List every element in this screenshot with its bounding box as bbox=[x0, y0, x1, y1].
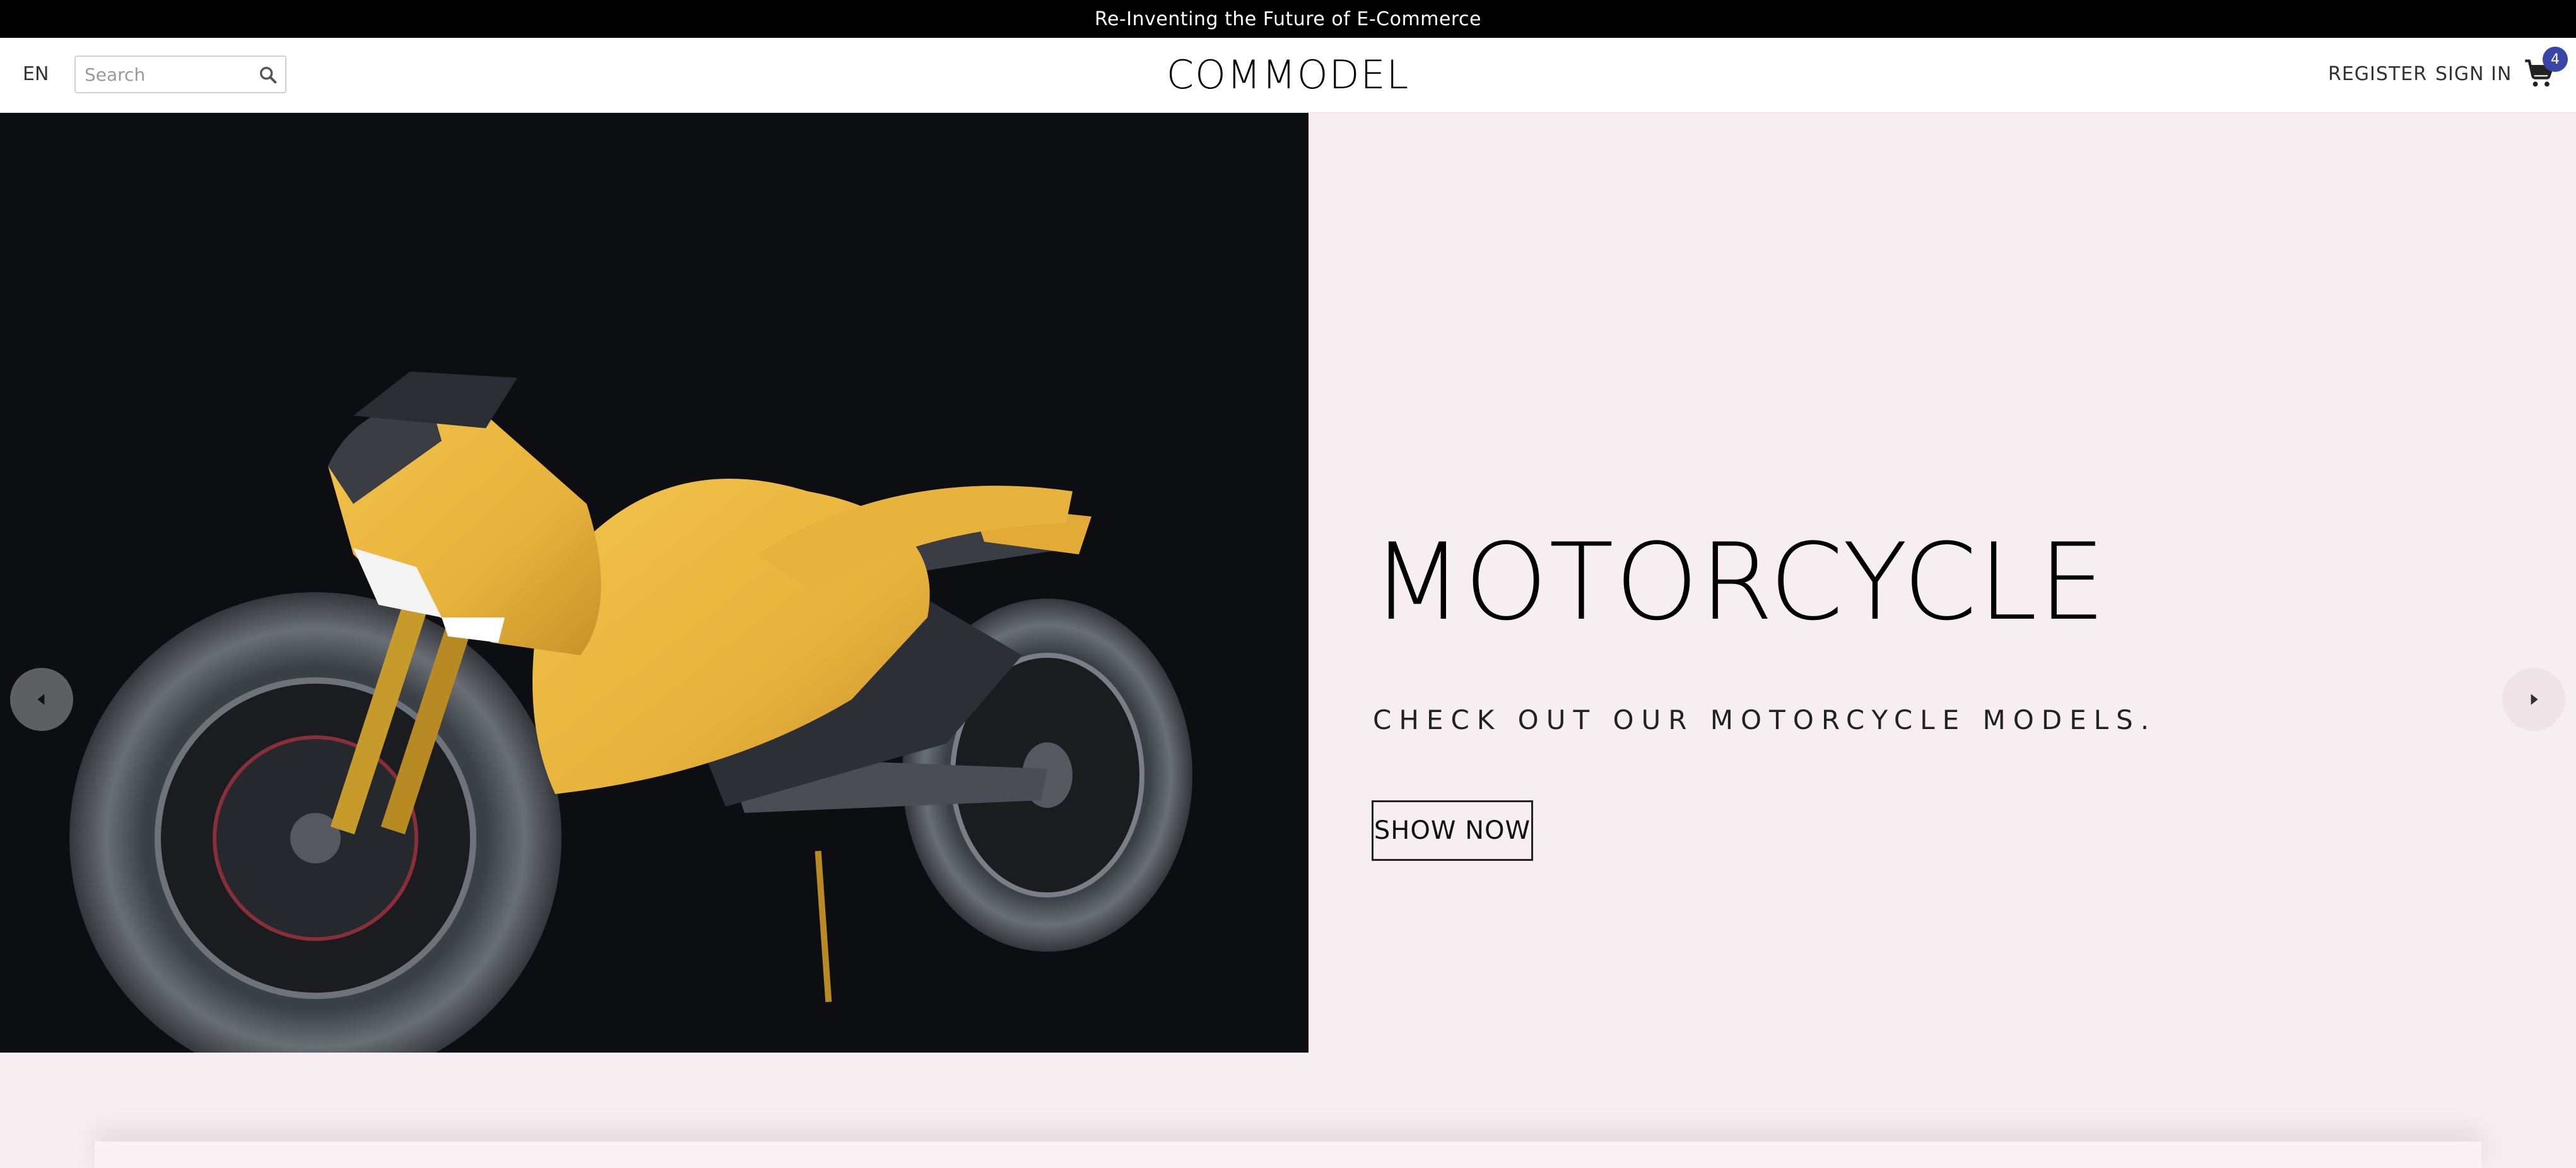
hero-image bbox=[0, 113, 1309, 1053]
sign-in-link[interactable]: SIGN IN bbox=[2435, 63, 2512, 85]
motorcycle-illustration bbox=[69, 371, 1192, 1053]
hero-title: MOTORCYCLE bbox=[1372, 520, 2107, 644]
show-now-button[interactable]: SHOW NOW bbox=[1372, 800, 1533, 861]
content-card-top bbox=[95, 1142, 2481, 1168]
cart-count-badge: 4 bbox=[2543, 47, 2568, 72]
announcement-bar: Re-Inventing the Future of E-Commerce bbox=[0, 0, 2576, 38]
register-link[interactable]: REGISTER bbox=[2328, 63, 2427, 85]
chevron-right-icon bbox=[2531, 694, 2538, 705]
hero-text-panel: MOTORCYCLE CHECK OUT OUR MOTORCYCLE MODE… bbox=[1309, 113, 2576, 1053]
carousel-next-button[interactable] bbox=[2502, 668, 2565, 731]
hero-subtitle: CHECK OUT OUR MOTORCYCLE MODELS. bbox=[1373, 704, 2157, 735]
site-logo[interactable]: COMMODEL bbox=[0, 52, 2576, 98]
site-header: EN COMMODEL REGISTER SIGN IN 4 bbox=[0, 38, 2576, 113]
hero-carousel: MOTORCYCLE CHECK OUT OUR MOTORCYCLE MODE… bbox=[0, 113, 2576, 1053]
carousel-prev-button[interactable] bbox=[10, 668, 73, 731]
announcement-text: Re-Inventing the Future of E-Commerce bbox=[1095, 8, 1481, 30]
chevron-left-icon bbox=[37, 694, 45, 705]
